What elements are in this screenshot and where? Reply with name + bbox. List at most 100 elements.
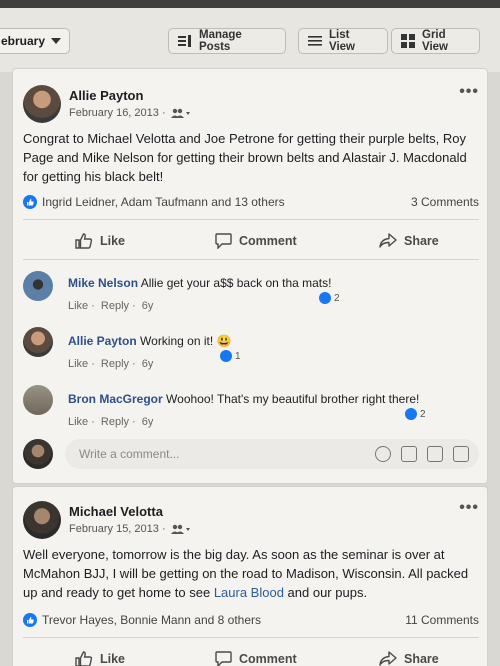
top-toolbar: ebruary Manage Posts List View Grid View [0, 0, 500, 72]
share-icon [379, 233, 397, 248]
like-reaction-icon [220, 350, 232, 362]
like-reaction-icon [23, 195, 37, 209]
post-text: Well everyone, tomorrow is the big day. … [23, 545, 481, 602]
like-reaction-icon [319, 292, 331, 304]
comment-button[interactable]: Comment [215, 651, 297, 666]
comment-like-link[interactable]: Like [68, 300, 88, 312]
post-text: Congrat to Michael Velotta and Joe Petro… [23, 131, 467, 184]
like-label: Like [100, 652, 126, 666]
like-button[interactable]: Like [75, 651, 125, 666]
manage-posts-label: Manage Posts [199, 29, 242, 53]
comment-age[interactable]: 6y [142, 358, 154, 370]
reactions-text: Ingrid Leidner, Adam Taufmann and 13 oth… [42, 195, 285, 209]
emoji-icon[interactable] [375, 446, 391, 462]
share-button[interactable]: Share [379, 233, 439, 248]
reactions-summary[interactable]: Ingrid Leidner, Adam Taufmann and 13 oth… [23, 195, 285, 209]
comment-meta: Like · Reply · 6y [68, 416, 154, 428]
comment-reaction-count: 2 [420, 408, 426, 420]
comments-count[interactable]: 3 Comments [411, 195, 479, 209]
write-comment-input[interactable]: Write a comment... [65, 439, 479, 469]
friends-privacy-icon[interactable] [170, 524, 191, 534]
comment-author[interactable]: Bron MacGregor [68, 392, 163, 406]
comment-age[interactable]: 6y [142, 416, 154, 428]
comment-label: Comment [239, 234, 297, 248]
post-author[interactable]: Allie Payton [69, 88, 143, 103]
avatar [23, 439, 53, 469]
thumbs-up-icon [75, 233, 93, 249]
comment-reply-link[interactable]: Reply [101, 358, 129, 370]
comment-reaction-count: 1 [235, 350, 241, 362]
post-text-end: and our pups. [283, 585, 368, 600]
comment-text: Allie Payton Working on it! 😃 [68, 334, 231, 348]
comment-label: Comment [239, 652, 297, 666]
camera-icon[interactable] [401, 446, 417, 462]
share-label: Share [404, 233, 439, 248]
comment-like-link[interactable]: Like [68, 416, 88, 428]
grid-view-label: Grid View [422, 29, 448, 53]
month-label: ebruary [1, 34, 46, 48]
comment-meta: Like · Reply · 6y [68, 358, 154, 370]
divider [23, 637, 479, 638]
comment-reply-link[interactable]: Reply [101, 416, 129, 428]
avatar[interactable] [23, 327, 53, 357]
manage-posts-button[interactable]: Manage Posts [168, 28, 286, 54]
share-icon [379, 651, 397, 666]
thumbs-up-icon [75, 651, 93, 666]
grid-view-button[interactable]: Grid View [391, 28, 480, 54]
comments-count[interactable]: 11 Comments [405, 613, 479, 627]
comment-reactions[interactable]: 1 [220, 350, 241, 362]
sticker-icon[interactable] [453, 446, 469, 462]
comment-icon [215, 651, 232, 666]
mention-link[interactable]: Laura Blood [214, 585, 284, 600]
comment-reactions[interactable]: 2 [405, 408, 426, 420]
comment-reply-link[interactable]: Reply [101, 300, 129, 312]
post-date[interactable]: February 16, 2013 · [69, 107, 166, 119]
chevron-down-icon [51, 38, 62, 44]
avatar[interactable] [23, 501, 61, 539]
like-reaction-icon [405, 408, 417, 420]
gif-icon[interactable] [427, 446, 443, 462]
reactions-summary[interactable]: Trevor Hayes, Bonnie Mann and 8 others [23, 613, 261, 627]
comment-icon [215, 233, 232, 249]
header-strip [0, 0, 500, 8]
more-options-icon[interactable]: ••• [459, 83, 479, 101]
more-options-icon[interactable]: ••• [459, 499, 479, 517]
comment-text: Mike Nelson Allie get your a$$ back on t… [68, 276, 331, 290]
month-dropdown[interactable]: ebruary [0, 28, 70, 54]
list-icon [308, 36, 322, 46]
like-button[interactable]: Like [75, 233, 125, 249]
comment-reaction-count: 2 [334, 292, 340, 304]
comment-body: Allie get your a$$ back on tha mats! [140, 276, 332, 290]
avatar[interactable] [23, 85, 61, 123]
comment-like-link[interactable]: Like [68, 358, 88, 370]
comment-reactions[interactable]: 2 [319, 292, 340, 304]
comment-text: Bron MacGregor Woohoo! That's my beautif… [68, 392, 419, 406]
friends-privacy-icon[interactable] [170, 108, 191, 118]
avatar[interactable] [23, 385, 53, 415]
share-label: Share [404, 651, 439, 666]
comment-meta: Like · Reply · 6y [68, 300, 154, 312]
reactions-text: Trevor Hayes, Bonnie Mann and 8 others [42, 613, 262, 627]
post-author[interactable]: Michael Velotta [69, 504, 163, 519]
like-reaction-icon [23, 613, 37, 627]
post-meta: February 15, 2013 · [69, 523, 191, 535]
list-view-label: List View [329, 29, 355, 53]
list-view-button[interactable]: List View [298, 28, 388, 54]
grid-icon [401, 34, 415, 48]
divider [23, 259, 479, 260]
post-meta: February 16, 2013 · [69, 107, 191, 119]
comment-author[interactable]: Mike Nelson [68, 276, 138, 290]
post-date[interactable]: February 15, 2013 · [69, 523, 166, 535]
like-label: Like [100, 234, 126, 248]
share-button[interactable]: Share [379, 651, 439, 666]
write-comment-placeholder: Write a comment... [79, 447, 180, 461]
comment-body: Working on it! 😃 [140, 334, 232, 348]
post-card: Allie Payton February 16, 2013 · ••• Con… [12, 68, 488, 484]
comment-body: Woohoo! That's my beautiful brother righ… [166, 392, 420, 406]
comment-button[interactable]: Comment [215, 233, 297, 249]
comment-tools [375, 446, 469, 462]
divider [23, 219, 479, 220]
comment-author[interactable]: Allie Payton [68, 334, 137, 348]
avatar[interactable] [23, 271, 53, 301]
comment-age[interactable]: 6y [142, 300, 154, 312]
